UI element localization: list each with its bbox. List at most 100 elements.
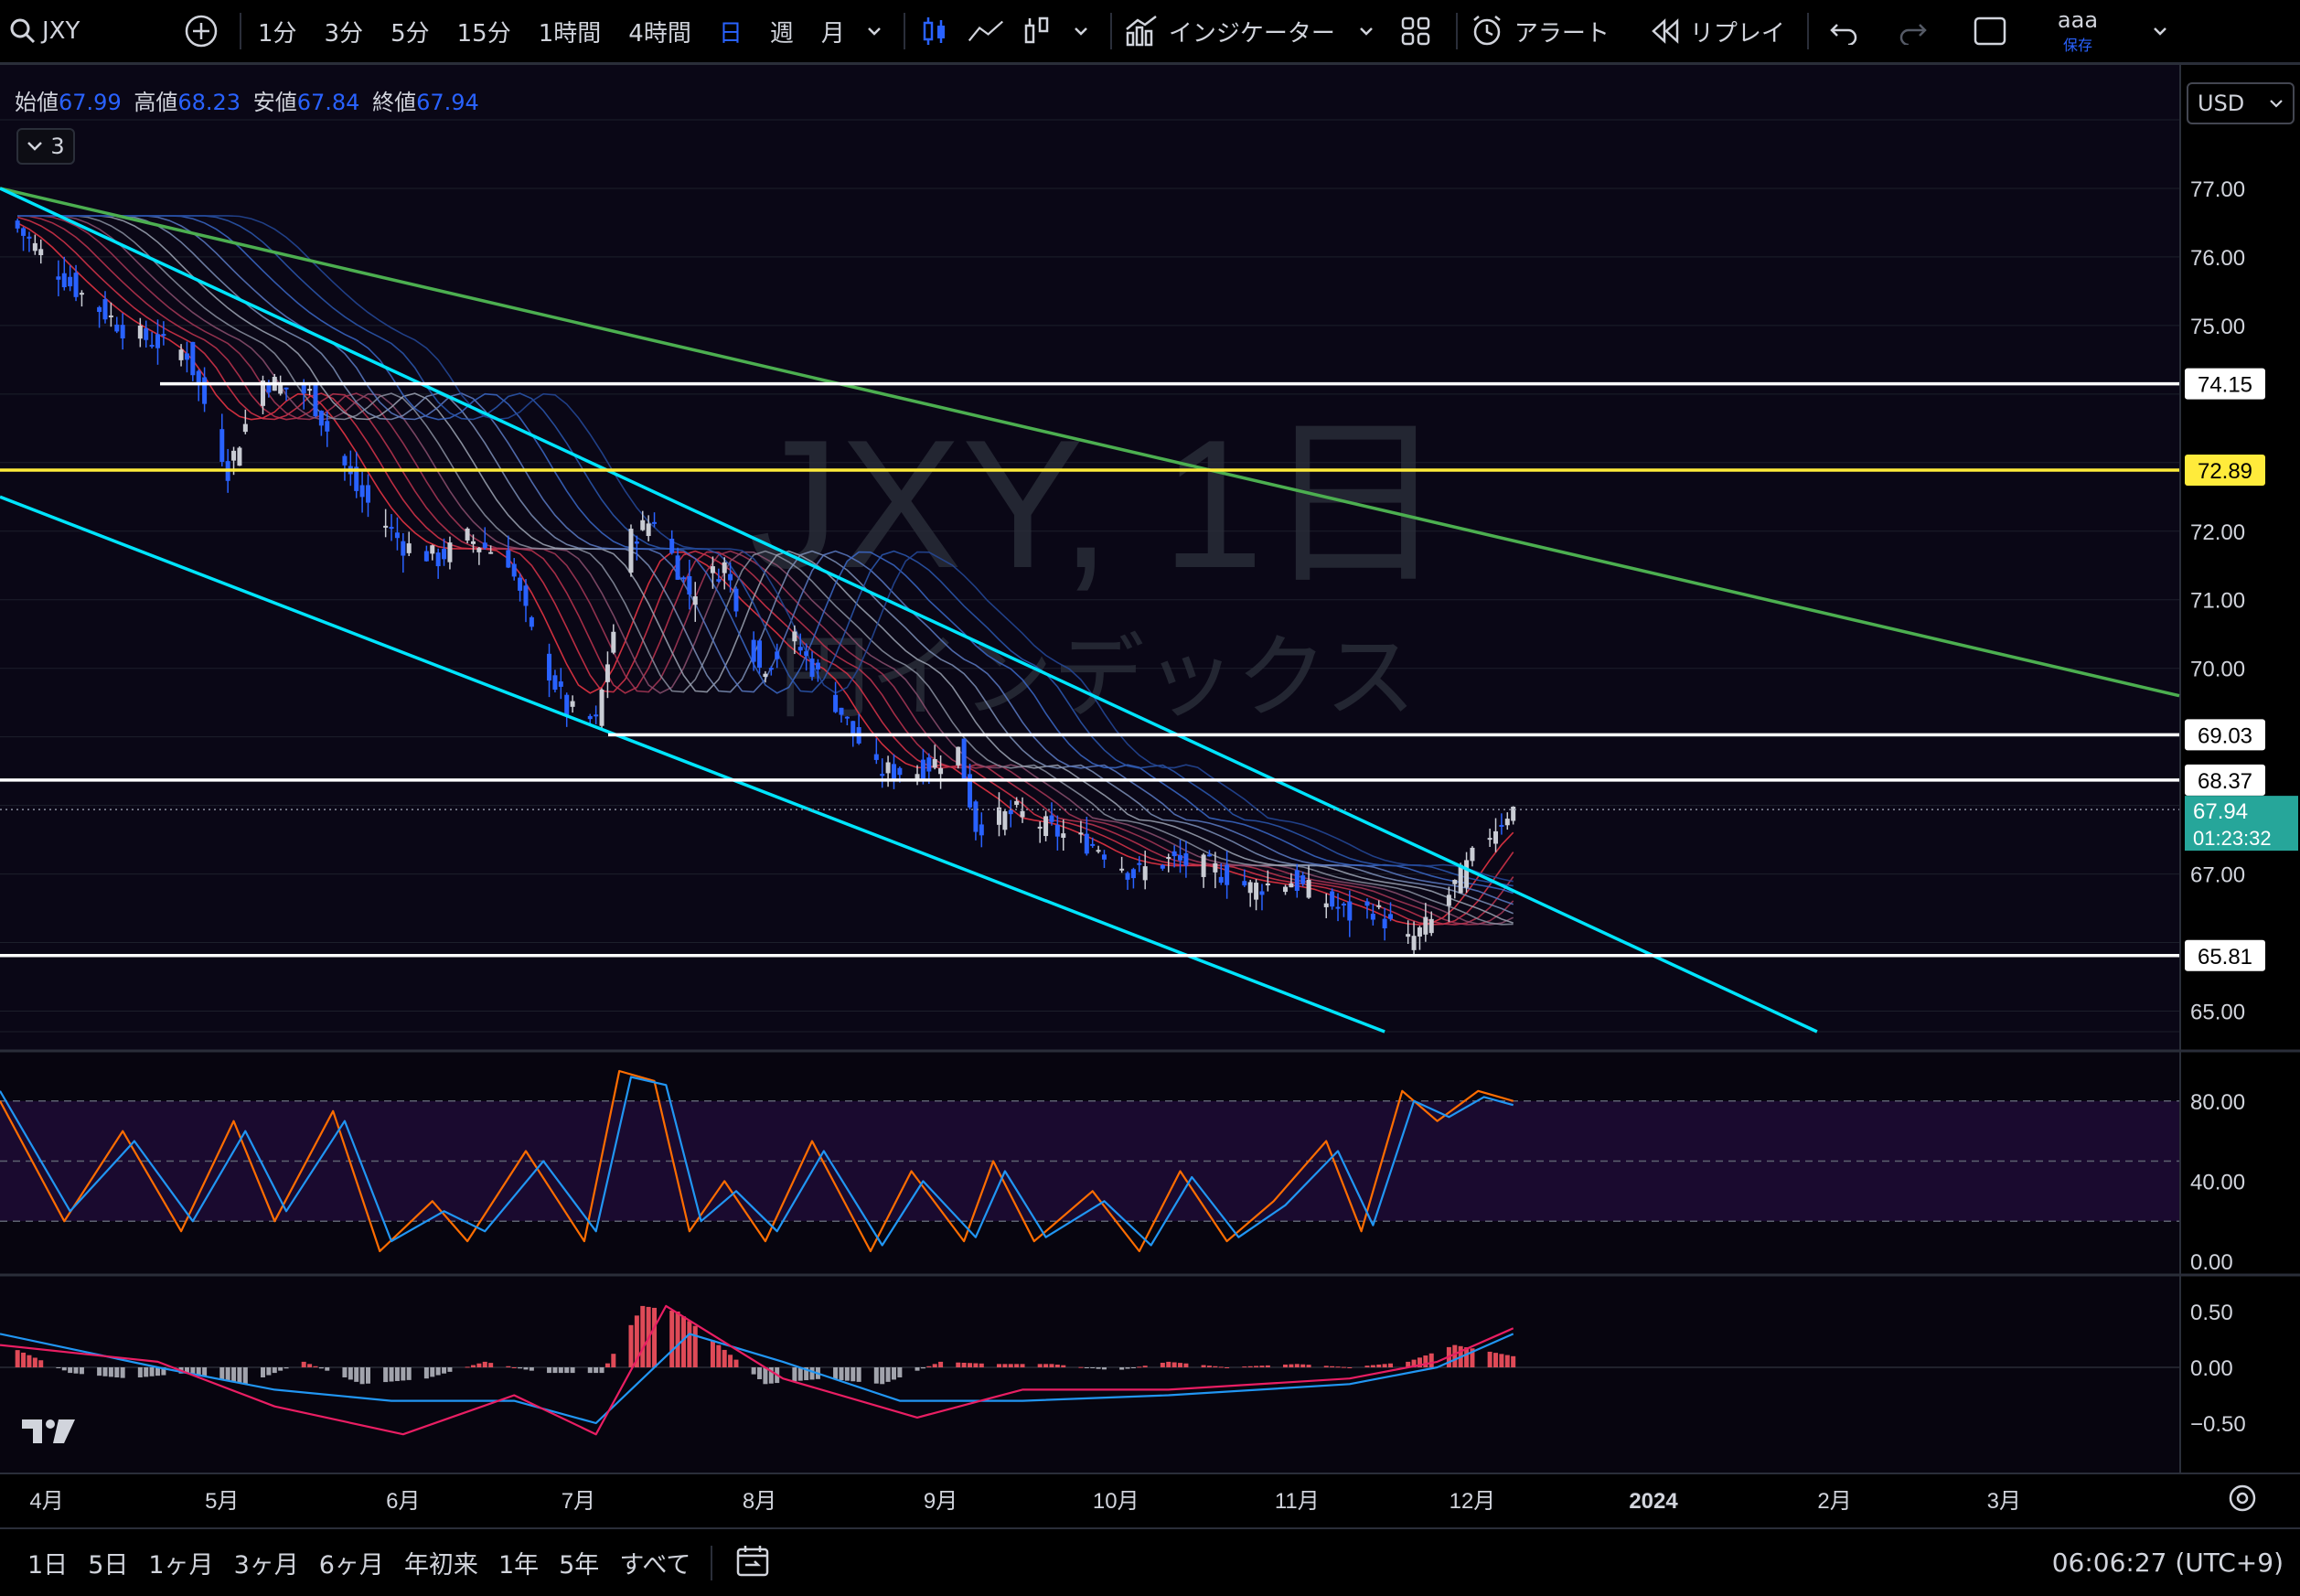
candle-body [599,690,604,726]
interval-5m[interactable]: 5分 [390,0,430,62]
candle-body [1446,894,1451,906]
currency-select[interactable]: USD [2187,82,2295,124]
interval-1m[interactable]: 1分 [258,0,297,62]
interval-dropdown[interactable] [856,13,893,49]
macd-histogram-bar [1061,1365,1066,1367]
macd-histogram-bar [640,1305,646,1367]
candle-body [447,542,453,562]
candle-body [1218,876,1224,884]
indicators-collapse-button[interactable]: 3 [16,128,75,165]
candle-body [728,573,733,581]
range-5d[interactable]: 5日 [88,1545,128,1580]
layout-name-button[interactable]: aaa 保存 [2058,0,2098,62]
candle-body [21,228,27,236]
range-5y[interactable]: 5年 [559,1545,599,1580]
macd-histogram-bar [885,1367,891,1382]
indicators-dropdown[interactable] [1348,13,1385,49]
macd-histogram-bar [1341,1366,1346,1368]
candle-body [68,276,73,287]
macd-histogram-bar [1130,1367,1136,1368]
macd-histogram-bar [1096,1367,1101,1369]
ohlc-legend: 始値67.99 高値68.23 安値67.84 終値67.94 [15,84,479,116]
fullscreen-button[interactable] [1972,13,2008,49]
candles-style-button[interactable] [916,13,953,49]
indicators-button[interactable]: インジケーター [1123,0,1335,62]
candle-body [237,447,242,466]
macd-histogram-bar [1330,1366,1335,1367]
macd-histogram-bar [137,1367,143,1377]
candle-body [61,273,67,288]
range-all[interactable]: すべて [619,1545,690,1580]
collapse-count: 3 [50,134,65,159]
range-6m[interactable]: 6ヶ月 [319,1545,384,1580]
layout-dropdown[interactable] [2142,13,2178,49]
candle-body [144,328,149,340]
add-symbol-button[interactable] [183,13,219,49]
macd-histogram-bar [278,1367,283,1371]
undo-button[interactable] [1825,13,1862,49]
templates-button[interactable] [1397,13,1434,49]
interval-month[interactable]: 月 [821,0,845,62]
macd-axis-tick: 0.50 [2190,1301,2233,1325]
macd-histogram-bar [325,1367,330,1371]
macd-histogram-bar [260,1367,265,1377]
range-3m[interactable]: 3ヶ月 [234,1545,299,1580]
macd-histogram-bar [547,1367,552,1374]
candle-body [1206,854,1212,857]
candle-body [1049,815,1054,822]
macd-histogram-bar [1078,1366,1084,1368]
macd-histogram-bar [1206,1366,1212,1367]
chart-type-dropdown[interactable] [1063,13,1099,49]
line-style-button[interactable] [968,13,1004,49]
interval-15m[interactable]: 15分 [457,0,511,62]
interval-1h[interactable]: 1時間 [539,0,602,62]
candle-body [716,579,722,582]
macd-histogram-bar [1014,1364,1020,1367]
redo-button[interactable] [1895,13,1931,49]
range-ytd[interactable]: 年初来 [404,1545,478,1580]
macd-histogram-bar [1254,1366,1259,1367]
candle-body [611,631,616,653]
candle-body [149,345,155,348]
candle-body [1247,882,1253,894]
interval-week[interactable]: 週 [770,0,794,62]
candle-body [1119,868,1125,871]
bars-style-button[interactable] [1019,13,1055,49]
price-level-tag-label: 68.37 [2198,769,2252,794]
close-value: 67.94 [416,90,479,115]
last-price-countdown: 01:23:32 [2193,827,2272,850]
candle-body [1166,857,1171,860]
candle-body [692,595,698,605]
macd-histogram-bar [1283,1364,1289,1367]
macd-histogram-bar [587,1367,593,1374]
symbol-search[interactable]: JXY [0,0,137,62]
range-1m[interactable]: 1ヶ月 [148,1545,213,1580]
macd-histogram-bar [470,1365,476,1367]
interval-day[interactable]: 日 [719,0,743,62]
chart-canvas[interactable]: JXY, 1日円インデックス74.1572.8969.0368.3765.816… [0,65,2300,1527]
candle-body [751,639,756,662]
chevron-down-icon [2154,27,2166,36]
last-price-value: 67.94 [2193,799,2248,824]
range-1d[interactable]: 1日 [27,1545,68,1580]
calendar-icon [737,1545,769,1576]
time-axis-tick: 2月 [1817,1489,1851,1514]
price-axis-tick: 77.00 [2190,177,2245,202]
candle-body [1417,927,1422,937]
macd-histogram-bar [342,1367,348,1377]
macd-histogram-bar [15,1350,20,1367]
macd-histogram-bar [1225,1367,1230,1368]
replay-button[interactable]: リプレイ [1650,0,1785,62]
chart-area[interactable]: JXY, 1日 円インデックス 74.15 72.89 69.03 68.37 65.81 6… [0,65,2300,1527]
time-axis-tick: 10月 [1093,1489,1139,1514]
candle-body [1265,883,1270,886]
alert-button[interactable]: アラート [1469,0,1610,62]
goto-date-button[interactable] [734,1543,771,1583]
macd-histogram-bar [1306,1365,1311,1367]
candle-body [383,525,389,528]
interval-3m[interactable]: 3分 [325,0,364,62]
range-1y[interactable]: 1年 [498,1545,539,1580]
macd-histogram-bar [979,1363,984,1367]
candle-body [1411,936,1417,950]
interval-4h[interactable]: 4時間 [628,0,691,62]
